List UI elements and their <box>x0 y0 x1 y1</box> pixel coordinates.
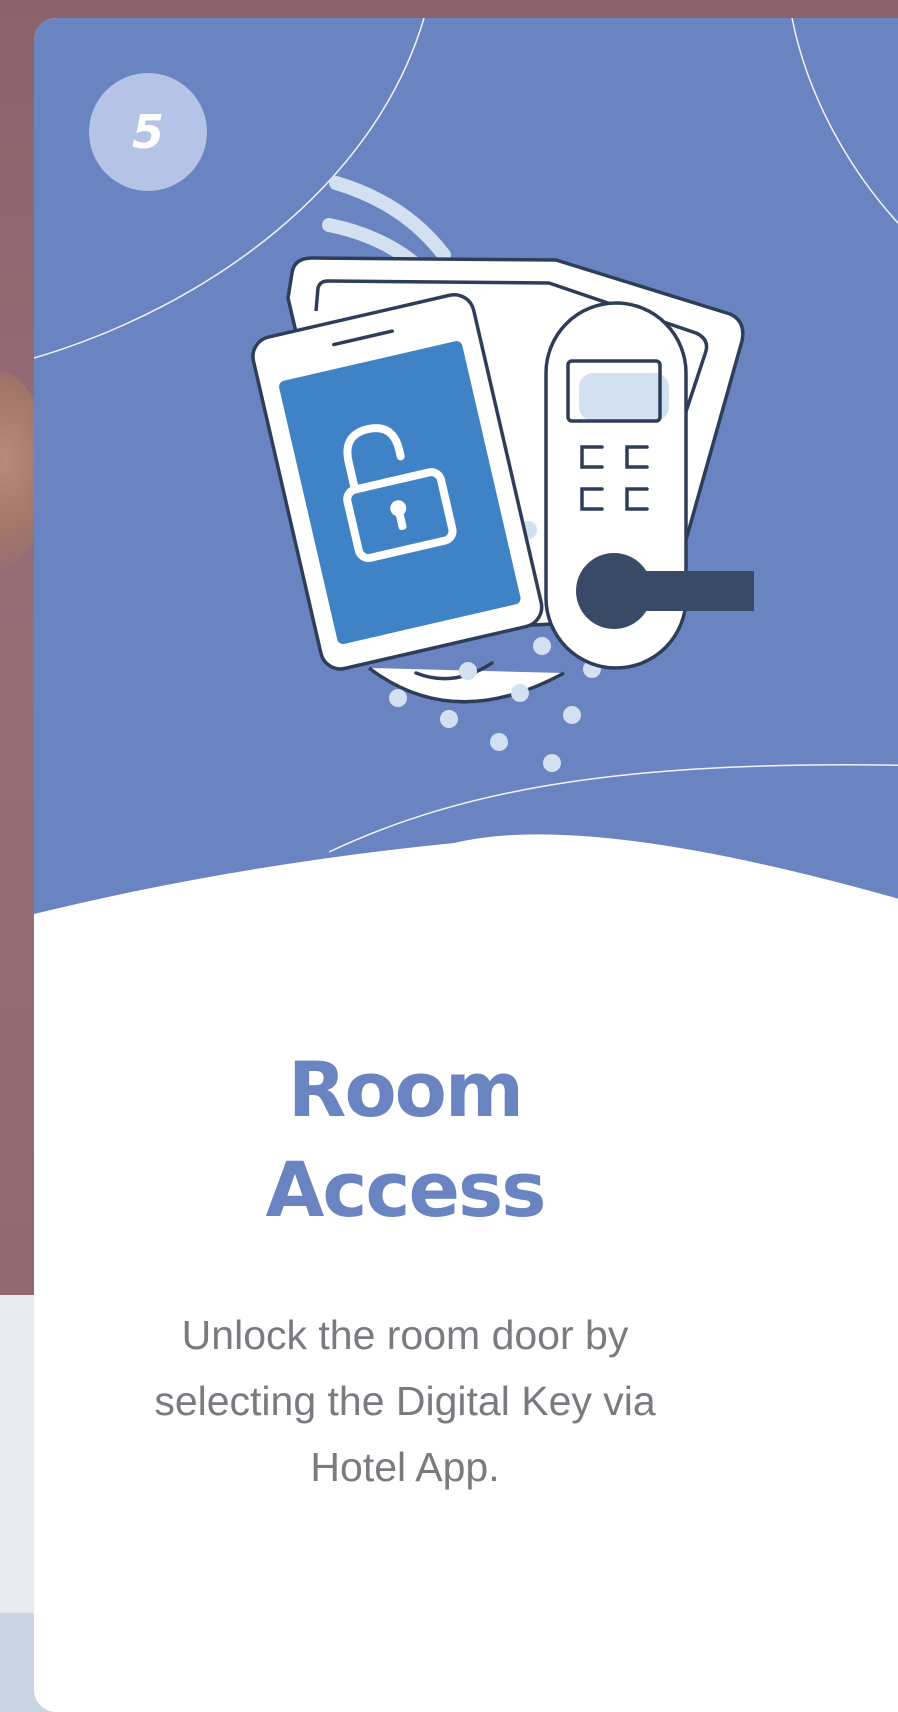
wireless-signal-icon <box>322 176 451 270</box>
step-number: 5 <box>131 105 164 159</box>
step-number-badge: 5 <box>89 73 207 191</box>
smartphone-unlock-door-lock-icon <box>251 176 754 772</box>
card-description: Unlock the room door by selecting the Di… <box>154 1312 656 1490</box>
card-title-line1: Room <box>287 1045 524 1134</box>
card-title-line2: Access <box>265 1145 547 1234</box>
card-title: Room Access <box>85 1040 725 1240</box>
page: 5 Room Access Unlock the room door by se… <box>0 0 898 1712</box>
